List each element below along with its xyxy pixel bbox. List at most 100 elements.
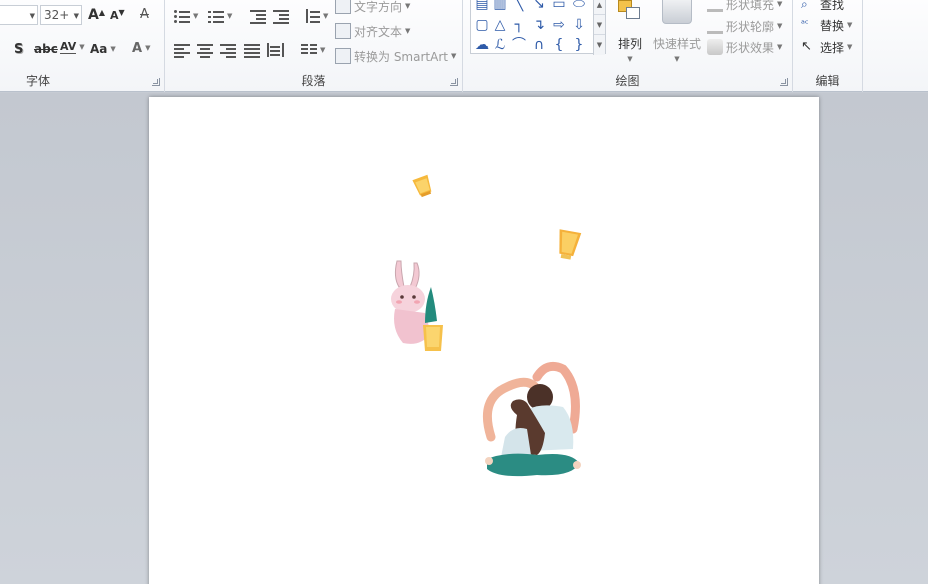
- rounded-rect-icon[interactable]: ▢: [474, 18, 490, 32]
- replace-icon: ᵃᶜ: [801, 19, 809, 30]
- shapes-gallery[interactable]: ▤ ▥ ╲ ↘ ▭ ⬭ ▢ △ ┐ ↴ ⇨ ⇩ ☁ ℒ ⌒ ∩ { } ▲ ▼ …: [470, 0, 606, 55]
- align-center-icon: [197, 43, 213, 58]
- sky-lantern-image[interactable]: [409, 172, 437, 200]
- elbow-arrow-icon[interactable]: ↴: [531, 18, 547, 32]
- gallery-scroll[interactable]: ▲ ▼ ▼: [593, 0, 605, 55]
- text-box-icon[interactable]: ▤: [474, 0, 490, 11]
- decrease-indent-icon: [250, 9, 266, 24]
- right-arrow-icon[interactable]: ⇨: [551, 18, 567, 32]
- columns-button[interactable]: ▼: [301, 40, 325, 60]
- align-right-button[interactable]: [220, 40, 236, 60]
- font-name-combo[interactable]: ▼: [0, 5, 38, 25]
- change-case-button[interactable]: Aa ▼: [90, 39, 116, 59]
- grow-font-button[interactable]: A ▲: [88, 5, 105, 25]
- align-right-icon: [220, 43, 236, 58]
- grow-font-icon: A: [88, 7, 99, 23]
- decrease-indent-button[interactable]: [250, 6, 266, 26]
- change-case-icon: Aa: [90, 42, 108, 56]
- rectangle-icon[interactable]: ▭: [551, 0, 567, 11]
- font-dialog-launcher[interactable]: [152, 78, 160, 86]
- numbering-button[interactable]: ▼: [208, 6, 232, 26]
- text-direction-button[interactable]: 文字方向 ▼: [335, 0, 410, 16]
- vertical-text-box-icon[interactable]: ▥: [492, 0, 508, 11]
- right-brace-icon[interactable]: }: [571, 38, 587, 52]
- bunny-illustration[interactable]: [387, 257, 457, 357]
- justify-icon: [244, 43, 260, 58]
- line-spacing-button[interactable]: ▼: [304, 6, 328, 26]
- document-page[interactable]: [149, 97, 819, 584]
- char-spacing-button[interactable]: AV ▼: [60, 37, 85, 57]
- align-left-button[interactable]: [174, 40, 190, 60]
- elbow-connector-icon[interactable]: ┐: [511, 18, 527, 32]
- replace-button[interactable]: ᵃᶜ 替换 ▼: [801, 15, 852, 35]
- text-direction-icon: [335, 0, 351, 14]
- find-label: 查找: [820, 0, 845, 12]
- gallery-more-icon[interactable]: ▼: [594, 35, 605, 55]
- text-shadow-icon: S: [14, 41, 24, 57]
- font-size-combo[interactable]: 32+ ▼: [40, 5, 82, 25]
- arrow-line-icon[interactable]: ↘: [531, 0, 547, 11]
- strikethrough-icon: abc: [34, 42, 58, 56]
- shape-fill-button[interactable]: 形状填充 ▼: [707, 0, 782, 14]
- distribute-button[interactable]: [267, 40, 284, 60]
- cloud-shape-icon[interactable]: ☁: [474, 38, 490, 52]
- paragraph-dialog-launcher[interactable]: [450, 78, 458, 86]
- align-text-icon: [335, 23, 351, 39]
- binoculars-icon: ⌕: [801, 0, 808, 11]
- freeform-icon[interactable]: ℒ: [492, 38, 508, 52]
- font-color-button[interactable]: A ▼: [132, 38, 150, 58]
- increase-indent-icon: [273, 9, 289, 24]
- font-color-icon: A: [132, 40, 143, 56]
- find-button[interactable]: ⌕ 查找: [801, 0, 844, 14]
- bullets-button[interactable]: ▼: [174, 6, 198, 26]
- gallery-down-icon[interactable]: ▼: [594, 15, 605, 35]
- shape-effects-label: 形状效果: [726, 40, 775, 55]
- arrange-button[interactable]: 排列 ▼: [613, 0, 647, 64]
- line-icon[interactable]: ╲: [511, 0, 527, 11]
- convert-smartart-button[interactable]: 转换为 SmartArt ▼: [335, 46, 456, 66]
- down-arrow-icon[interactable]: ⇩: [571, 18, 587, 32]
- replace-label: 替换: [820, 18, 845, 33]
- sky-lantern-image[interactable]: [553, 227, 583, 263]
- shrink-font-button[interactable]: A ▼: [110, 5, 125, 25]
- left-brace-icon[interactable]: {: [551, 38, 567, 52]
- columns-icon: [301, 43, 317, 57]
- editing-group: ⌕ 查找 ᵃᶜ 替换 ▼ ↖ 选择 ▼ 编辑: [793, 0, 863, 92]
- select-label: 选择: [820, 40, 845, 55]
- distribute-icon: [267, 43, 284, 57]
- shape-outline-label: 形状轮廓: [726, 19, 775, 34]
- oval-icon[interactable]: ⬭: [571, 0, 587, 11]
- justify-button[interactable]: [244, 40, 260, 60]
- text-shadow-button[interactable]: S: [14, 39, 23, 59]
- ribbon: ▼ 32+▼ A▲ A▼ A S abc AV▼ Aa▼ A▼ 字体: [0, 0, 928, 92]
- strikethrough-button[interactable]: abc: [34, 39, 58, 59]
- shape-effects-button[interactable]: 形状效果 ▼: [707, 37, 782, 57]
- curve-icon[interactable]: ∩: [531, 38, 547, 52]
- shape-fill-label: 形状填充: [726, 0, 775, 12]
- line-spacing-icon: [304, 9, 320, 23]
- quick-styles-button[interactable]: 快速样式 ▼: [651, 0, 703, 64]
- gallery-up-icon[interactable]: ▲: [594, 0, 605, 15]
- char-spacing-icon: AV: [60, 39, 77, 54]
- convert-smartart-label: 转换为 SmartArt: [354, 49, 448, 64]
- paint-bucket-icon: [707, 0, 723, 12]
- couple-illustration[interactable]: [477, 359, 587, 485]
- quick-styles-icon: [662, 0, 692, 24]
- smartart-icon: [335, 48, 351, 64]
- increase-indent-button[interactable]: [273, 6, 289, 26]
- select-button[interactable]: ↖ 选择 ▼: [801, 37, 852, 57]
- editing-group-label: 编辑: [815, 74, 840, 88]
- quick-styles-label: 快速样式: [652, 37, 701, 51]
- align-left-icon: [174, 43, 190, 58]
- text-direction-label: 文字方向: [354, 0, 403, 14]
- align-text-label: 对齐文本: [354, 24, 403, 39]
- document-workspace: [0, 93, 928, 584]
- triangle-icon[interactable]: △: [492, 18, 508, 32]
- align-text-button[interactable]: 对齐文本 ▼: [335, 21, 410, 41]
- arrange-icon: [616, 0, 644, 24]
- clear-format-button[interactable]: A: [140, 4, 149, 24]
- drawing-dialog-launcher[interactable]: [780, 78, 788, 86]
- arc-icon[interactable]: ⌒: [511, 38, 527, 52]
- shape-outline-button[interactable]: 形状轮廓 ▼: [707, 16, 782, 36]
- align-center-button[interactable]: [197, 40, 213, 60]
